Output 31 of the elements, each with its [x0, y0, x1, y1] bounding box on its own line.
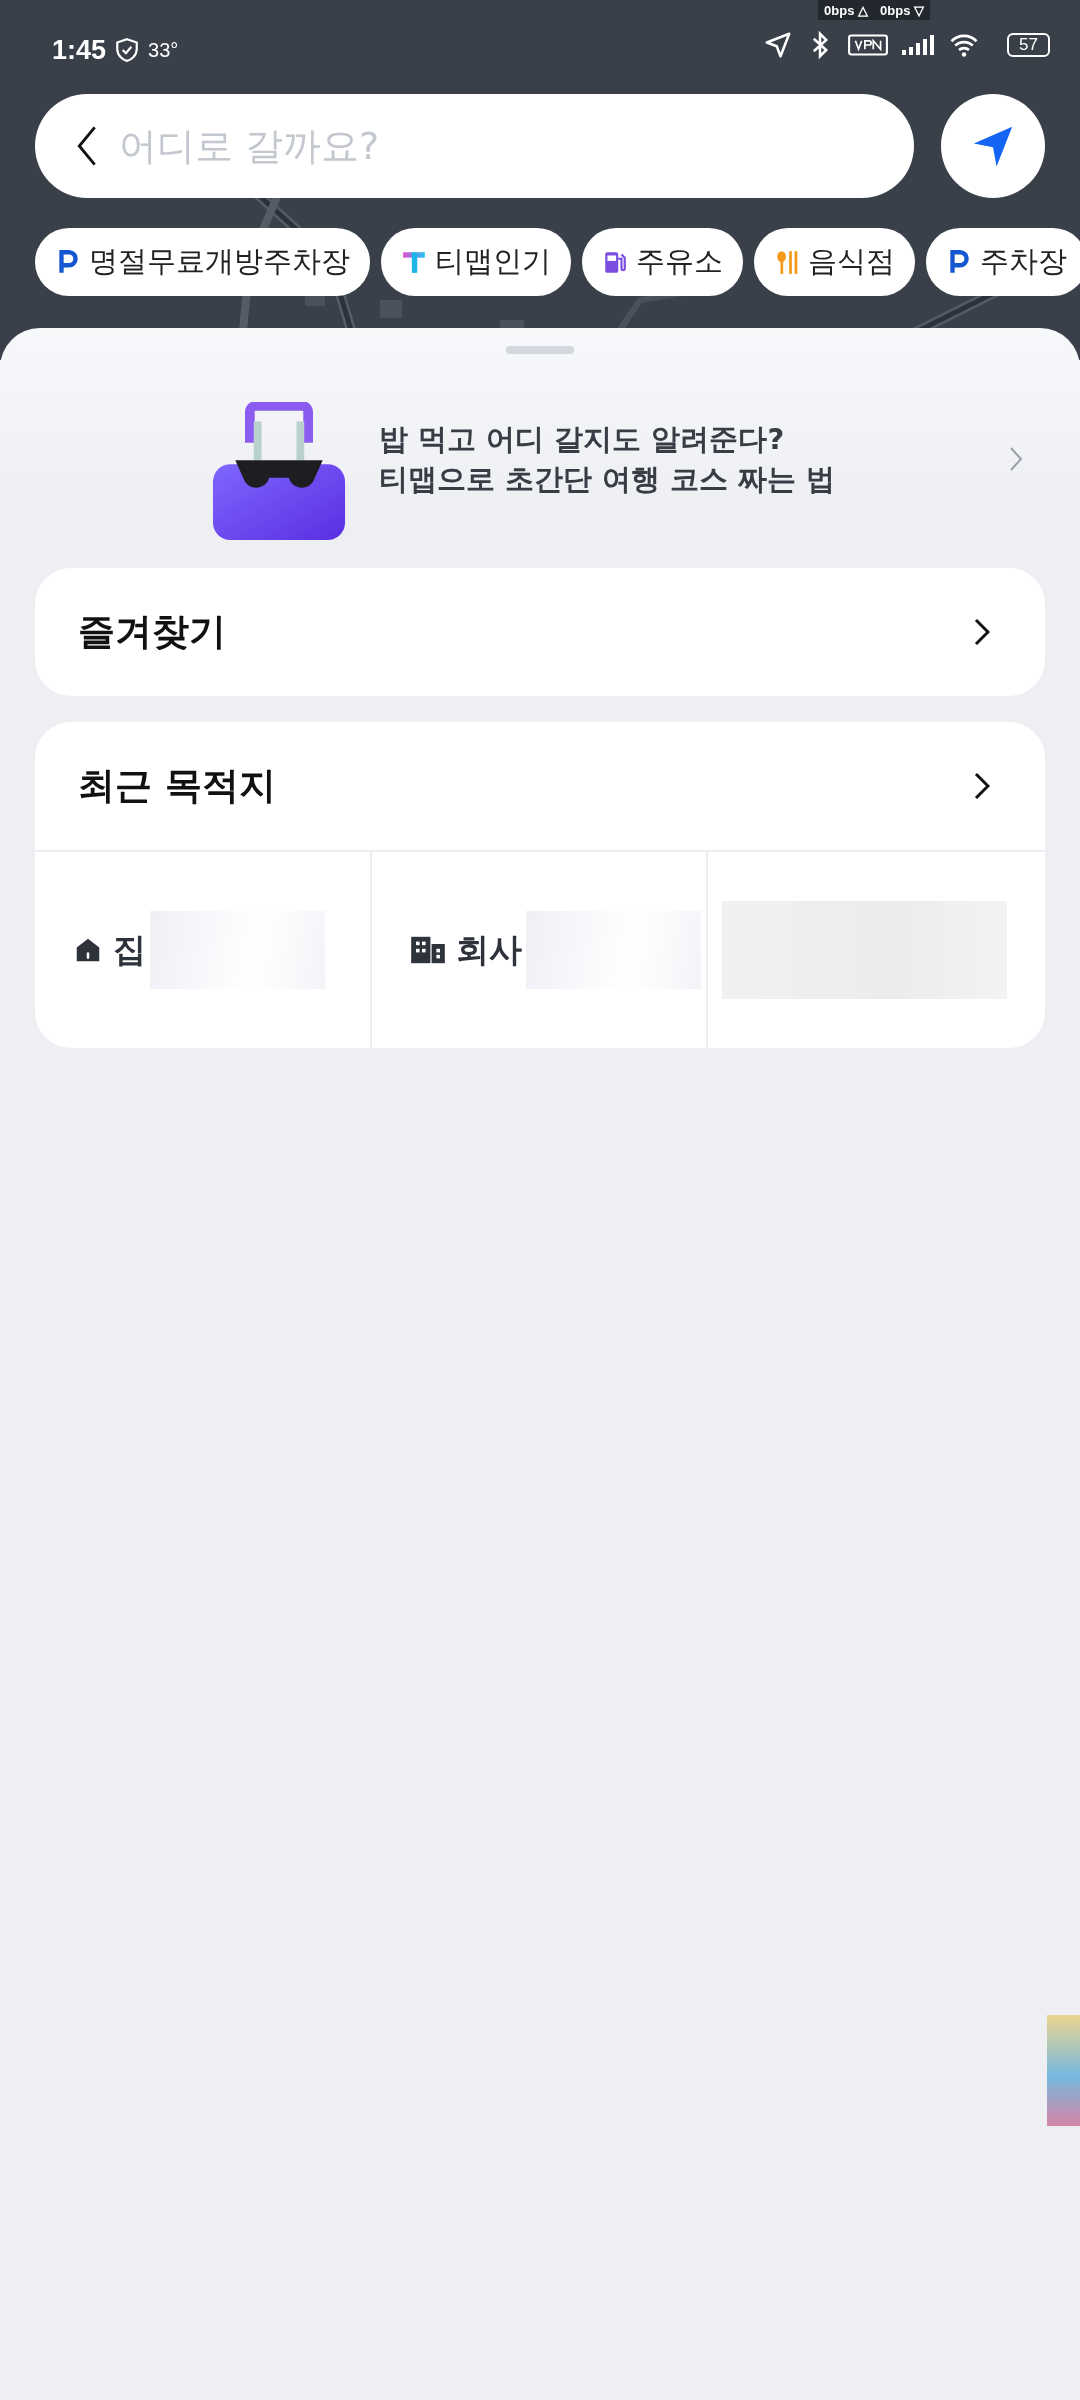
- shield-icon: [114, 37, 141, 63]
- download-speed: 0bps ▽: [880, 2, 924, 18]
- category-chip[interactable]: 티맵인기: [381, 228, 571, 296]
- upload-speed: 0bps △: [824, 2, 869, 18]
- category-chip[interactable]: 명절무료개방주차장: [35, 228, 370, 296]
- building-icon: [409, 935, 446, 965]
- chevron-right-icon: [974, 618, 990, 646]
- search-input[interactable]: 어디로 갈까요?: [119, 124, 719, 168]
- category-chip[interactable]: 주유소: [582, 228, 743, 296]
- utensils-icon: [774, 248, 800, 276]
- side-tab[interactable]: [1047, 2015, 1080, 2126]
- shortcut-cell[interactable]: 집: [35, 852, 372, 1048]
- clock-time: 1:45: [52, 34, 107, 66]
- promo-banner[interactable]: 밥 먹고 어디 갈지도 알려준다? 티맵으로 초간단 여행 코스 짜는 법: [35, 376, 1045, 542]
- section-title: 즐겨찾기: [78, 609, 226, 655]
- battery-indicator: 57: [1007, 33, 1050, 57]
- chevron-right-icon: [1009, 446, 1023, 472]
- back-icon: [75, 124, 99, 168]
- banner-text: 밥 먹고 어디 갈지도 알려준다? 티맵으로 초간단 여행 코스 짜는 법: [379, 421, 837, 498]
- shortcut-label: 집: [113, 928, 146, 971]
- shortcut-label: 회사: [455, 928, 522, 971]
- shortcut-cell[interactable]: 회사: [371, 852, 709, 1048]
- chevron-right-icon: [974, 772, 990, 800]
- drag-handle[interactable]: [506, 346, 574, 354]
- section-title: 최근 목적지: [78, 763, 276, 809]
- favorites-row[interactable]: 즐겨찾기: [35, 568, 1045, 696]
- category-chip[interactable]: 주차장: [926, 228, 1080, 296]
- recent-destinations-row[interactable]: 최근 목적지: [35, 722, 1045, 850]
- search-bar[interactable]: 어디로 갈까요?: [35, 94, 914, 198]
- temperature: 33°: [148, 38, 179, 62]
- category-chip[interactable]: 음식점: [754, 228, 915, 296]
